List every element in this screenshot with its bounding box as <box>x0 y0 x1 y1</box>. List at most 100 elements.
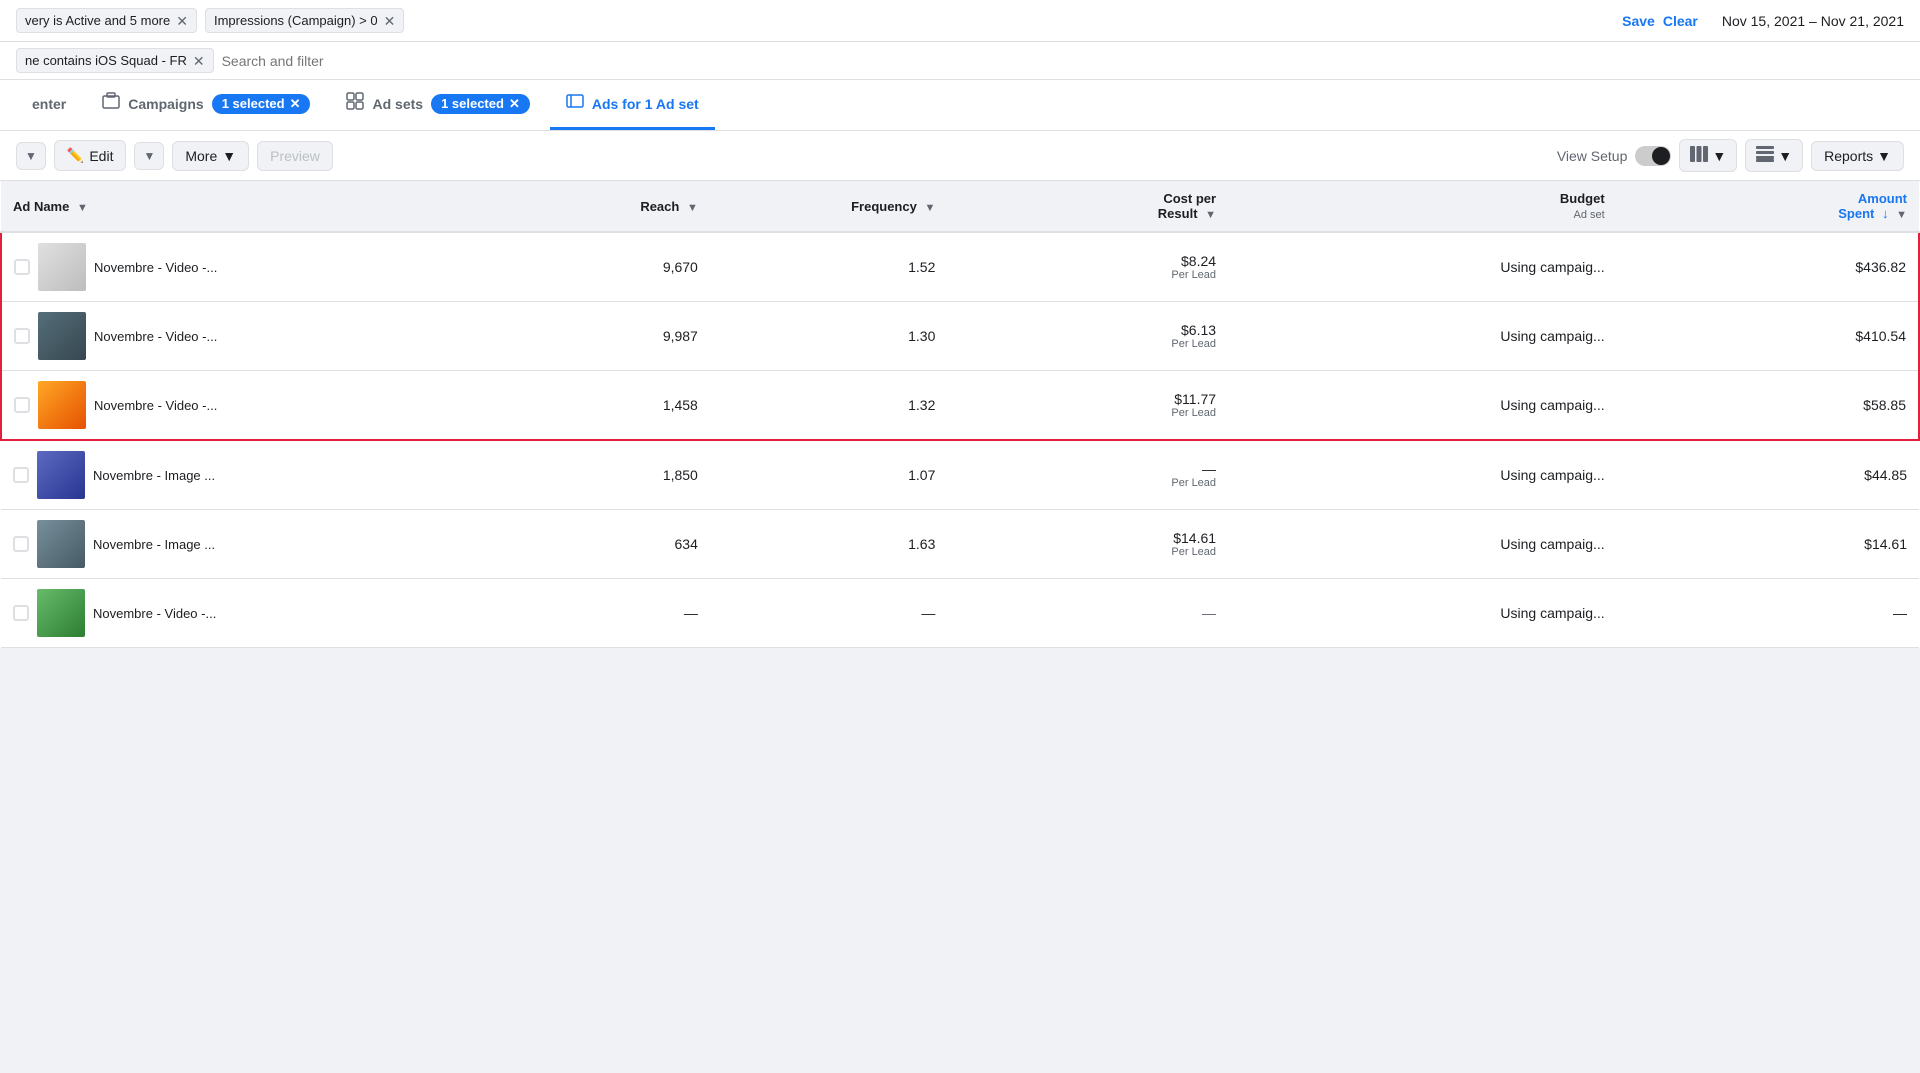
thumb-placeholder <box>37 520 85 568</box>
ad-name-text: Novembre - Video -... <box>94 398 217 413</box>
table-row[interactable]: Novembre - Video -... 9,9871.30$6.13Per … <box>1 302 1919 371</box>
row-checkbox[interactable] <box>14 328 30 344</box>
table-row[interactable]: Novembre - Image ... 6341.63$14.61Per Le… <box>1 510 1919 579</box>
filter-tag-2[interactable]: Impressions (Campaign) > 0 ✕ <box>205 8 404 33</box>
row-reach: 1,458 <box>494 371 710 441</box>
row-amount-spent: $14.61 <box>1617 510 1919 579</box>
ad-name-text: Novembre - Video -... <box>94 260 217 275</box>
edit-label: Edit <box>89 148 113 164</box>
row-checkbox-cell: Novembre - Image ... <box>1 440 494 510</box>
ad-thumbnail <box>37 520 85 568</box>
col-reach-label: Reach <box>640 199 679 214</box>
thumb-placeholder <box>37 589 85 637</box>
tab-ads-for-adset[interactable]: Ads for 1 Ad set <box>550 80 715 130</box>
preview-label: Preview <box>270 148 320 164</box>
col-reach: Reach ▼ <box>494 181 710 232</box>
col-reach-sort[interactable]: ▼ <box>687 202 698 214</box>
cost-value: — <box>1202 461 1216 477</box>
campaigns-selected-badge[interactable]: 1 selected ✕ <box>212 94 311 114</box>
ad-cell: Novembre - Video -... <box>13 589 482 637</box>
row-checkbox[interactable] <box>13 605 29 621</box>
filter-tag-3-close[interactable]: ✕ <box>193 54 205 68</box>
adsets-icon <box>346 92 364 115</box>
col-amount-spent-sort[interactable]: ↓ <box>1882 206 1889 221</box>
filter-tag-1-label: very is Active and 5 more <box>25 13 170 28</box>
col-amount-spent: AmountSpent ↓ ▼ <box>1617 181 1919 232</box>
edit-caret[interactable]: ▼ <box>134 142 164 170</box>
ad-thumbnail <box>38 381 86 429</box>
filter-tag-1-close[interactable]: ✕ <box>176 14 188 28</box>
row-checkbox[interactable] <box>13 536 29 552</box>
row-budget: Using campaig... <box>1228 510 1617 579</box>
tab-campaigns[interactable]: Campaigns 1 selected ✕ <box>86 80 326 130</box>
ad-name-text: Novembre - Image ... <box>93 537 215 552</box>
ad-cell: Novembre - Video -... <box>14 312 482 360</box>
cost-value: $6.13 <box>1181 322 1216 338</box>
row-budget: Using campaig... <box>1228 440 1617 510</box>
cost-sublabel: Per Lead <box>959 546 1216 558</box>
cost-dash: — <box>1202 605 1216 621</box>
toggle-knob <box>1652 147 1670 165</box>
table-row[interactable]: Novembre - Image ... 1,8501.07—Per LeadU… <box>1 440 1919 510</box>
thumb-placeholder <box>37 451 85 499</box>
col-ad-name-sort[interactable]: ▼ <box>77 202 88 214</box>
col-cost-per-result: Cost perResult ▼ <box>947 181 1228 232</box>
columns-button[interactable]: ▼ <box>1679 139 1737 172</box>
row-cost-per-result: —Per Lead <box>947 440 1228 510</box>
reports-button[interactable]: Reports ▼ <box>1811 141 1904 171</box>
row-reach: — <box>494 579 710 648</box>
col-amount-spent-caret[interactable]: ▼ <box>1896 209 1907 221</box>
filter-tag-3[interactable]: ne contains iOS Squad - FR ✕ <box>16 48 214 73</box>
row-frequency: — <box>710 579 948 648</box>
row-budget: Using campaig... <box>1228 371 1617 441</box>
clear-button[interactable]: Clear <box>1663 13 1698 29</box>
more-button[interactable]: More ▼ <box>172 141 249 171</box>
layout-button[interactable]: ▼ <box>1745 139 1803 172</box>
table-row[interactable]: Novembre - Video -... 1,4581.32$11.77Per… <box>1 371 1919 441</box>
row-reach: 9,670 <box>494 232 710 302</box>
cost-sublabel: Per Lead <box>959 269 1216 281</box>
row-frequency: 1.30 <box>710 302 948 371</box>
more-label: More <box>185 148 217 164</box>
ad-cell: Novembre - Video -... <box>14 243 482 291</box>
row-checkbox[interactable] <box>14 397 30 413</box>
table-header-row: Ad Name ▼ Reach ▼ Frequency ▼ Cost perRe… <box>1 181 1919 232</box>
col-budget-label: Budget <box>1560 191 1605 206</box>
layout-caret: ▼ <box>1778 148 1792 164</box>
save-button[interactable]: Save <box>1622 13 1655 29</box>
row-checkbox[interactable] <box>14 259 30 275</box>
table-row[interactable]: Novembre - Video -... 9,6701.52$8.24Per … <box>1 232 1919 302</box>
row-frequency: 1.32 <box>710 371 948 441</box>
campaigns-badge-close[interactable]: ✕ <box>290 96 301 112</box>
layout-icon <box>1756 146 1774 165</box>
view-setup-toggle[interactable] <box>1635 146 1671 166</box>
table-row[interactable]: Novembre - Video -... ———Using campaig..… <box>1 579 1919 648</box>
adsets-selected-badge[interactable]: 1 selected ✕ <box>431 94 530 114</box>
tab-adsets[interactable]: Ad sets 1 selected ✕ <box>330 80 545 130</box>
adsets-badge-close[interactable]: ✕ <box>509 96 520 112</box>
search-input[interactable] <box>222 53 1904 69</box>
col-frequency-sort[interactable]: ▼ <box>924 202 935 214</box>
row-checkbox[interactable] <box>13 467 29 483</box>
ad-name-text: Novembre - Video -... <box>93 606 216 621</box>
col-cost-sort[interactable]: ▼ <box>1205 209 1216 221</box>
toolbar-caret-left[interactable]: ▼ <box>16 142 46 170</box>
row-checkbox-cell: Novembre - Video -... <box>1 232 494 302</box>
ad-cell: Novembre - Video -... <box>14 381 482 429</box>
cost-sublabel: Per Lead <box>959 477 1216 489</box>
sidebar-item-enter[interactable]: enter <box>16 84 82 127</box>
preview-button[interactable]: Preview <box>257 141 333 171</box>
filter-tag-2-close[interactable]: ✕ <box>384 14 396 28</box>
cost-sublabel: Per Lead <box>959 407 1216 419</box>
columns-caret: ▼ <box>1712 148 1726 164</box>
filter-tag-1[interactable]: very is Active and 5 more ✕ <box>16 8 197 33</box>
nav-tabs-bar: enter Campaigns 1 selected ✕ Ad sets <box>0 80 1920 131</box>
filter-actions: Save Clear Nov 15, 2021 – Nov 21, 2021 <box>1622 13 1904 29</box>
row-amount-spent: $410.54 <box>1617 302 1919 371</box>
ad-thumbnail <box>37 451 85 499</box>
campaigns-label: Campaigns <box>128 96 203 112</box>
reports-caret-icon: ▼ <box>1877 148 1891 164</box>
col-ad-name: Ad Name ▼ <box>1 181 494 232</box>
ads-icon <box>566 92 584 115</box>
edit-button[interactable]: ✏️ Edit <box>54 140 127 171</box>
